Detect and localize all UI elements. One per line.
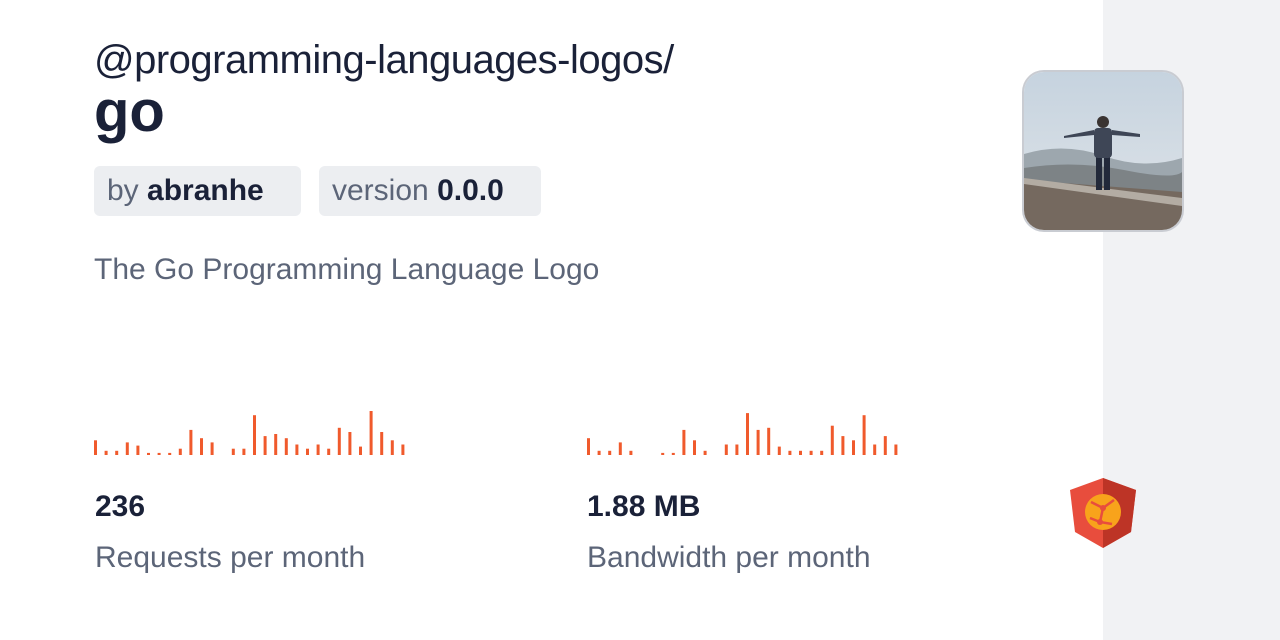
requests-bar: [94, 440, 97, 455]
bandwidth-bar: [809, 450, 813, 455]
bandwidth-bar: [693, 440, 696, 455]
requests-bar: [168, 452, 172, 455]
requests-bar: [337, 427, 341, 455]
requests-bar: [306, 448, 309, 455]
requests-bar: [359, 446, 362, 455]
bandwidth-bar: [671, 452, 675, 455]
package-scope: @programming-languages-logos/: [94, 38, 674, 82]
bandwidth-bar: [788, 450, 792, 455]
requests-bar: [115, 450, 119, 455]
version-badge: version 0.0.0: [319, 166, 541, 216]
requests-bar: [178, 448, 182, 455]
requests-bar: [390, 440, 394, 455]
bandwidth-bar: [862, 415, 866, 455]
bandwidth-bar: [746, 413, 749, 455]
requests-bar: [348, 432, 352, 455]
author-badge[interactable]: by abranhe: [94, 166, 301, 216]
author-avatar[interactable]: [1024, 72, 1182, 230]
requests-bar: [274, 434, 278, 455]
bandwidth-value: 1.88 MB: [587, 490, 701, 523]
bandwidth-bar: [894, 444, 898, 455]
bandwidth-bar: [883, 436, 887, 455]
requests-bar: [401, 444, 405, 455]
requests-bar: [157, 452, 161, 455]
bandwidth-bar: [830, 425, 834, 455]
requests-bar: [380, 432, 384, 455]
bandwidth-bar: [587, 438, 590, 455]
requests-bar: [316, 444, 320, 455]
bandwidth-bar: [820, 450, 824, 455]
requests-label: Requests per month: [95, 541, 366, 574]
requests-bar: [327, 448, 331, 455]
bandwidth-bar: [618, 442, 622, 455]
author-prefix: by: [107, 174, 139, 207]
author-name[interactable]: abranhe: [147, 174, 264, 207]
requests-bar: [253, 415, 256, 455]
bandwidth-bar: [629, 450, 633, 455]
requests-bar: [231, 448, 235, 455]
requests-bar: [295, 444, 299, 455]
bandwidth-label: Bandwidth per month: [587, 541, 871, 574]
requests-value: 236: [95, 490, 146, 523]
bandwidth-bar: [724, 444, 728, 455]
bandwidth-bar: [799, 450, 802, 455]
requests-bar: [147, 452, 150, 455]
bandwidth-bar: [597, 450, 601, 455]
requests-bar: [136, 445, 140, 455]
requests-bar: [263, 436, 267, 455]
requests-bar: [210, 442, 214, 455]
author-avatar-photo: [1024, 72, 1182, 230]
bandwidth-bar: [608, 450, 612, 455]
version-prefix: version: [332, 174, 429, 207]
bandwidth-bar: [873, 444, 877, 455]
requests-bar: [189, 429, 193, 455]
bandwidth-bar: [682, 429, 686, 455]
bandwidth-bar: [841, 436, 845, 455]
requests-bar: [369, 411, 373, 455]
bandwidth-bar: [852, 440, 855, 455]
requests-bar: [104, 450, 108, 455]
bandwidth-sparkline: [587, 413, 898, 455]
requests-bar: [200, 438, 203, 455]
requests-bar: [284, 438, 288, 455]
requests-sparkline: [94, 411, 405, 455]
bandwidth-bar: [703, 450, 707, 455]
package-description: The Go Programming Language Logo: [94, 253, 600, 286]
bandwidth-bar: [767, 427, 771, 455]
bandwidth-bar: [735, 444, 739, 455]
requests-bar: [242, 448, 246, 455]
jsdelivr-logo-icon: [1070, 478, 1136, 548]
version-number: 0.0.0: [437, 174, 504, 207]
bandwidth-bar: [777, 446, 781, 455]
bandwidth-bar: [756, 429, 760, 455]
requests-bar: [125, 442, 129, 455]
bandwidth-bar: [661, 452, 665, 455]
package-name: go: [94, 79, 165, 144]
